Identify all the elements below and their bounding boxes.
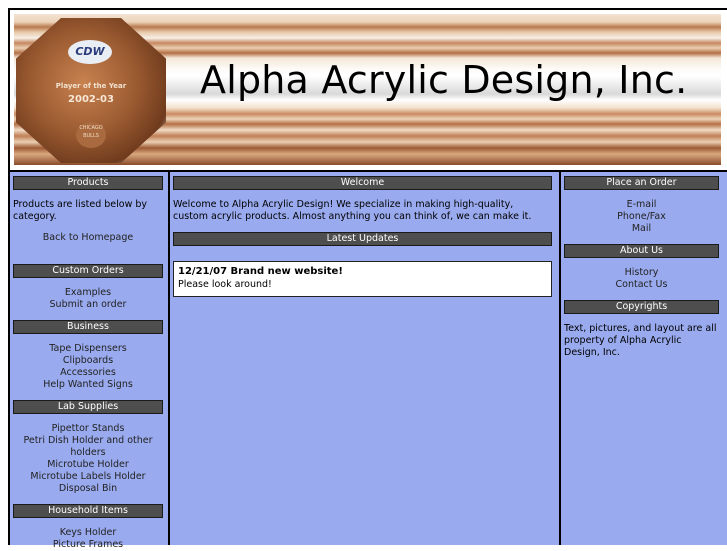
- update-title: 12/21/07 Brand new website!: [178, 266, 343, 277]
- award-caption: Player of the Year: [55, 82, 127, 90]
- about-us-header: About Us: [564, 244, 719, 258]
- link-accessories[interactable]: Accessories: [13, 367, 163, 379]
- banner: CDW Player of the Year 2002-03 CHICAGO B…: [14, 14, 721, 165]
- back-to-homepage-link[interactable]: Back to Homepage: [13, 232, 163, 244]
- link-help-wanted-signs[interactable]: Help Wanted Signs: [13, 379, 163, 391]
- business-header: Business: [13, 320, 163, 334]
- link-picture-frames[interactable]: Picture Frames: [13, 539, 163, 551]
- link-tape-dispensers[interactable]: Tape Dispensers: [13, 343, 163, 355]
- place-order-header: Place an Order: [564, 176, 719, 190]
- link-email[interactable]: E-mail: [564, 199, 719, 211]
- link-petri-dish-holder[interactable]: Petri Dish Holder and other holders: [13, 435, 163, 459]
- bulls-logo: CHICAGO BULLS: [76, 122, 106, 148]
- link-contact-us[interactable]: Contact Us: [564, 279, 719, 291]
- link-clipboards[interactable]: Clipboards: [13, 355, 163, 367]
- link-submit-order[interactable]: Submit an order: [13, 299, 163, 311]
- copyrights-header: Copyrights: [564, 300, 719, 314]
- products-intro: Products are listed below by category.: [13, 199, 148, 222]
- right-sidebar: Place an Order E-mail Phone/Fax Mail Abo…: [561, 172, 727, 545]
- link-microtube-holder[interactable]: Microtube Holder: [13, 459, 163, 471]
- left-sidebar: Products Products are listed below by ca…: [10, 172, 168, 550]
- award-logo: CDW: [68, 40, 112, 64]
- lab-supplies-header: Lab Supplies: [13, 400, 163, 414]
- update-entry: 12/21/07 Brand new website! Please look …: [173, 261, 552, 297]
- link-phone-fax[interactable]: Phone/Fax: [564, 211, 719, 223]
- update-body: Please look around!: [178, 279, 272, 290]
- award-year: 2002-03: [68, 94, 114, 105]
- award-trophy-image: CDW Player of the Year 2002-03 CHICAGO B…: [16, 18, 166, 163]
- main-content: Welcome Welcome to Alpha Acrylic Design!…: [170, 172, 559, 545]
- welcome-header: Welcome: [173, 176, 552, 190]
- link-examples[interactable]: Examples: [13, 287, 163, 299]
- household-items-header: Household Items: [13, 504, 163, 518]
- welcome-text: Welcome to Alpha Acrylic Design! We spec…: [173, 199, 532, 222]
- latest-updates-header: Latest Updates: [173, 232, 552, 246]
- link-history[interactable]: History: [564, 267, 719, 279]
- link-keys-holder[interactable]: Keys Holder: [13, 527, 163, 539]
- link-disposal-bin[interactable]: Disposal Bin: [13, 483, 163, 495]
- link-pipettor-stands[interactable]: Pipettor Stands: [13, 423, 163, 435]
- products-header: Products: [13, 176, 163, 190]
- site-title: Alpha Acrylic Design, Inc.: [200, 58, 688, 102]
- banner-container: CDW Player of the Year 2002-03 CHICAGO B…: [10, 10, 727, 170]
- custom-orders-header: Custom Orders: [13, 264, 163, 278]
- link-microtube-labels-holder[interactable]: Microtube Labels Holder: [13, 471, 163, 483]
- link-mail[interactable]: Mail: [564, 223, 719, 235]
- copyrights-text: Text, pictures, and layout are all prope…: [564, 323, 717, 358]
- page-frame: CDW Player of the Year 2002-03 CHICAGO B…: [8, 8, 727, 550]
